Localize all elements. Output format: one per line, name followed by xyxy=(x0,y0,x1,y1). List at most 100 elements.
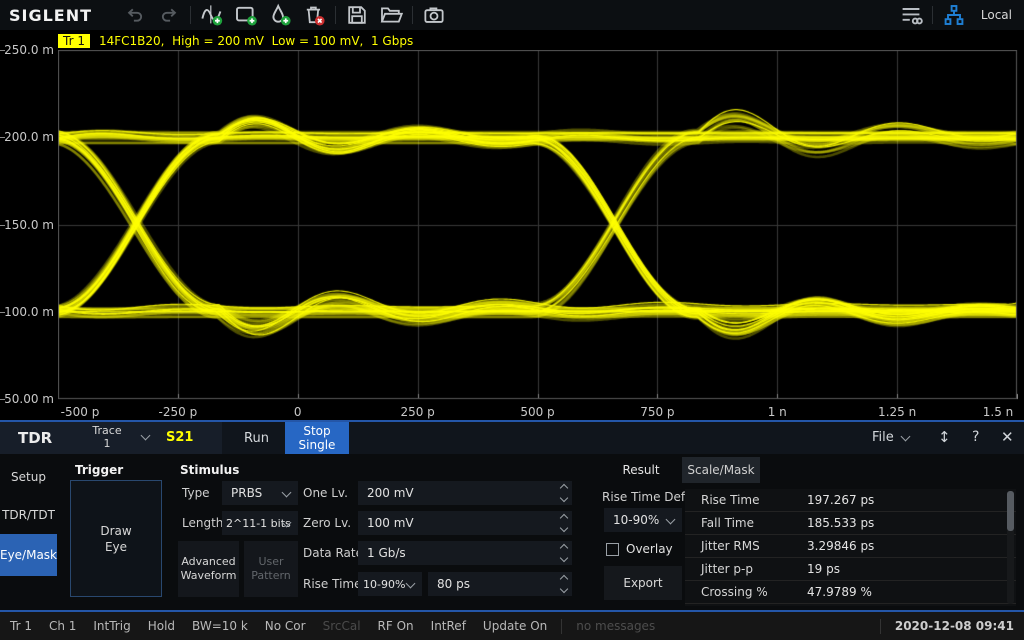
measurement-value: 185.533 ps xyxy=(807,516,874,530)
x-tick-label: 500 p xyxy=(520,405,554,419)
measurement-label: Crossing % xyxy=(685,585,807,599)
measurement-row-jitter-p-p[interactable]: Jitter p-p19 ps xyxy=(685,558,1016,581)
one-level-label: One Lv. xyxy=(303,486,348,500)
trace-selector[interactable]: Trace 1 xyxy=(78,424,136,452)
plot-screen: Tr 1 14FC1B20, High = 200 mV Low = 100 m… xyxy=(0,30,1024,420)
status-intref: IntRef xyxy=(431,619,466,633)
sidebar-tab-setup[interactable]: Setup xyxy=(0,458,57,496)
screenshot-camera-icon[interactable] xyxy=(417,2,451,28)
measurement-value: 47.9789 % xyxy=(807,585,872,599)
tdr-panel-header: TDR Trace 1 S21 Run Stop Single File ↕ ?… xyxy=(0,422,1024,454)
measurement-label: Jitter RMS xyxy=(685,539,807,553)
y-tick-label: 150.0 m xyxy=(2,218,54,232)
rise-time-def-dropdown[interactable]: 10-90% xyxy=(358,572,422,596)
overlay-label: Overlay xyxy=(626,542,673,556)
prbs-type-dropdown[interactable]: PRBS xyxy=(222,481,298,505)
spinner-arrows-icon[interactable] xyxy=(561,545,567,561)
y-tick-label: 200.0 m xyxy=(2,130,54,144)
open-folder-icon[interactable] xyxy=(374,2,408,28)
measurement-table: Rise Time197.267 psFall Time185.533 psJi… xyxy=(685,489,1016,606)
help-icon[interactable]: ? xyxy=(972,429,979,445)
user-pattern-button[interactable]: User Pattern xyxy=(244,541,298,597)
y-tick-mark xyxy=(0,137,5,138)
status-update-on: Update On xyxy=(483,619,547,633)
status-srccal: SrcCal xyxy=(323,619,361,633)
spinner-arrows-icon[interactable] xyxy=(561,576,567,592)
tdr-panel: TDR Trace 1 S21 Run Stop Single File ↕ ?… xyxy=(0,420,1024,612)
trigger-section-label: Trigger xyxy=(75,463,123,477)
y-tick-mark xyxy=(0,225,5,226)
add-window-icon[interactable] xyxy=(229,2,263,28)
status-rf-on: RF On xyxy=(378,619,414,633)
y-tick-label: 250.0 m xyxy=(2,43,54,57)
result-rise-def-dropdown[interactable]: 10-90% xyxy=(604,508,682,532)
delete-icon[interactable] xyxy=(297,2,331,28)
file-menu-button[interactable]: File xyxy=(872,430,909,445)
y-tick-mark xyxy=(0,50,5,51)
s-parameter-label[interactable]: S21 xyxy=(166,430,193,445)
overlay-checkbox-row[interactable]: Overlay xyxy=(606,542,673,556)
x-tick-label: -500 p xyxy=(61,405,100,419)
stop-single-button[interactable]: Stop Single xyxy=(285,422,349,454)
measurement-value: 19 ps xyxy=(807,562,840,576)
table-scrollbar[interactable] xyxy=(1007,491,1014,604)
save-icon[interactable] xyxy=(340,2,374,28)
data-rate-input[interactable]: 1 Gb/s xyxy=(358,541,572,565)
draw-eye-button[interactable]: Draw Eye xyxy=(70,480,162,597)
y-tick-label: 100.0 m xyxy=(2,305,54,319)
network-icon[interactable] xyxy=(937,2,971,28)
spinner-arrows-icon[interactable] xyxy=(561,515,567,531)
sidebar-tab-tdr-tdt[interactable]: TDR/TDT xyxy=(0,496,57,534)
status-no-cor: No Cor xyxy=(265,619,306,633)
zero-level-input[interactable]: 100 mV xyxy=(358,511,572,535)
one-level-input[interactable]: 200 mV xyxy=(358,481,572,505)
expand-panel-icon[interactable]: ↕ xyxy=(938,428,951,446)
local-status-label[interactable]: Local xyxy=(981,8,1012,22)
y-tick-mark xyxy=(0,312,5,313)
zero-level-label: Zero Lv. xyxy=(303,516,351,530)
prbs-length-dropdown[interactable]: 2^11-1 bits xyxy=(222,511,298,535)
rise-time-def-label: Rise Time Def. xyxy=(602,490,688,504)
y-tick-label: 50.00 m xyxy=(2,392,54,406)
export-button[interactable]: Export xyxy=(604,566,682,600)
stimulus-section-label: Stimulus xyxy=(180,463,239,477)
measurement-row-rise-time[interactable]: Rise Time197.267 ps xyxy=(685,489,1016,512)
redo-icon[interactable] xyxy=(152,2,186,28)
measurement-label: Jitter p-p xyxy=(685,562,807,576)
status-hold: Hold xyxy=(148,619,175,633)
status-message: no messages xyxy=(576,619,655,633)
status-datetime: 2020-12-08 09:41 xyxy=(895,619,1014,633)
type-label: Type xyxy=(182,486,210,500)
sidebar-tab-eye-mask[interactable]: Eye/Mask xyxy=(0,534,57,576)
x-tick-label: 1.25 n xyxy=(878,405,916,419)
add-marker-icon[interactable] xyxy=(263,2,297,28)
scrollbar-thumb[interactable] xyxy=(1007,491,1014,531)
measurement-row-fall-time[interactable]: Fall Time185.533 ps xyxy=(685,512,1016,535)
rise-time-input[interactable]: 80 ps xyxy=(428,572,572,596)
chevron-down-icon xyxy=(666,515,676,525)
rise-time-label: Rise Time xyxy=(303,577,362,591)
undo-icon[interactable] xyxy=(118,2,152,28)
advanced-waveform-button[interactable]: Advanced Waveform xyxy=(178,541,239,597)
run-button[interactable]: Run xyxy=(228,422,285,454)
chevron-down-icon xyxy=(406,579,416,589)
panel-title: TDR xyxy=(18,429,52,447)
add-trace-icon[interactable] xyxy=(195,2,229,28)
trace-info-text: 14FC1B20, High = 200 mV Low = 100 mV, 1 … xyxy=(99,34,413,48)
close-panel-icon[interactable]: ✕ xyxy=(1001,428,1014,446)
eye-diagram-canvas xyxy=(58,50,1018,400)
tab-scale-mask[interactable]: Scale/Mask xyxy=(682,457,760,483)
trace-info-row: Tr 1 14FC1B20, High = 200 mV Low = 100 m… xyxy=(58,34,413,48)
x-tick-label: 0 xyxy=(294,405,302,419)
remote-link-icon[interactable] xyxy=(894,2,928,28)
spinner-arrows-icon[interactable] xyxy=(561,485,567,501)
tab-result[interactable]: Result xyxy=(600,457,682,483)
trace-id-chip[interactable]: Tr 1 xyxy=(58,34,90,48)
overlay-checkbox[interactable] xyxy=(606,543,619,556)
status-bw-10-k: BW=10 k xyxy=(192,619,248,633)
measurement-row-crossing[interactable]: Crossing %47.9789 % xyxy=(685,581,1016,604)
measurement-row-jitter-rms[interactable]: Jitter RMS3.29846 ps xyxy=(685,535,1016,558)
measurement-value: 3.29846 ps xyxy=(807,539,874,553)
x-tick-label: 250 p xyxy=(400,405,434,419)
chevron-down-icon xyxy=(282,488,292,498)
